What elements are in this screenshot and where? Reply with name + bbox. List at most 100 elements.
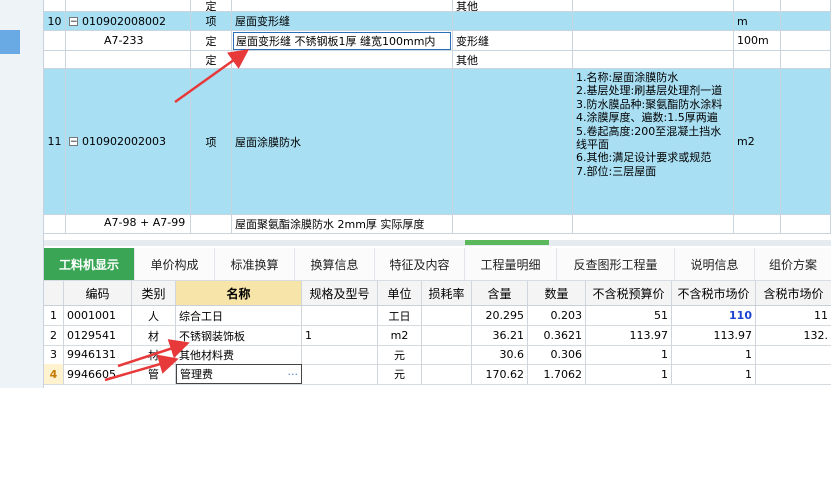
left-side-tab[interactable] [0, 30, 20, 54]
item-code: 010902002003 [82, 135, 166, 148]
item-kind: 项 [191, 12, 232, 30]
resource-tax-market-price[interactable]: 11 [756, 306, 831, 325]
table-row[interactable]: 3 9946131 材 其他材料费 元 30.6 0.306 1 1 [44, 345, 831, 365]
tab-quantity-detail[interactable]: 工程量明细 [465, 248, 557, 280]
col-tax-market-price[interactable]: 含税市场价 [756, 281, 831, 305]
resource-code[interactable]: 0001001 [64, 306, 132, 325]
item-spec [453, 69, 573, 214]
resource-code[interactable]: 0129541 [64, 326, 132, 345]
col-unit[interactable]: 单位 [378, 281, 422, 305]
tab-standard-conversion[interactable]: 标准换算 [215, 248, 295, 280]
resource-budget-price[interactable]: 113.97 [586, 326, 672, 345]
tab-conversion-info[interactable]: 换算信息 [295, 248, 375, 280]
resource-market-price[interactable]: 1 [672, 345, 756, 364]
item-extra [781, 12, 831, 30]
table-row[interactable]: 4 9946605 管 管理费 ··· 元 170.62 1.7062 1 1 [44, 364, 831, 385]
table-row[interactable]: 11 − 010902002003 项 屋面涂膜防水 1.名称:屋面涂膜防水 2… [44, 69, 831, 215]
col-category[interactable]: 类别 [132, 281, 176, 305]
item-name-editor[interactable]: 屋面变形缝 不锈钢板1厚 缝宽100mm内 [233, 31, 451, 50]
resource-loss[interactable] [422, 326, 472, 345]
item-name[interactable]: 屋面涂膜防水 [232, 69, 453, 214]
tab-labor-material-machine[interactable]: 工料机显示 [44, 248, 135, 280]
resource-category[interactable]: 材 [132, 345, 176, 364]
item-name[interactable] [232, 51, 453, 68]
table-row[interactable]: A7-233 定 屋面变形缝 不锈钢板1厚 缝宽100mm内 变形缝 100m [44, 31, 831, 51]
resource-budget-price[interactable]: 1 [586, 345, 672, 364]
resource-content[interactable]: 30.6 [472, 345, 528, 364]
tab-features[interactable]: 特征及内容 [375, 248, 465, 280]
resource-name-editor[interactable]: 管理费 ··· [176, 364, 302, 384]
item-feature: 变形缝 [453, 31, 573, 50]
resource-category[interactable]: 管 [132, 364, 176, 384]
resource-market-price[interactable]: 113.97 [672, 326, 756, 345]
resource-quantity[interactable]: 0.3621 [528, 326, 586, 345]
item-name[interactable]: 屋面聚氨酯涂膜防水 2mm厚 实际厚度 [232, 215, 453, 233]
resource-spec[interactable] [302, 364, 378, 384]
item-code [66, 0, 191, 11]
tab-unit-price[interactable]: 单价构成 [135, 248, 215, 280]
resource-quantity[interactable]: 0.306 [528, 345, 586, 364]
resource-loss[interactable] [422, 306, 472, 325]
resource-quantity[interactable]: 0.203 [528, 306, 586, 325]
resource-market-price[interactable]: 110 [672, 306, 756, 325]
table-row[interactable]: 10 − 010902008002 项 屋面变形缝 m [44, 12, 831, 31]
collapse-icon[interactable]: − [69, 16, 78, 26]
item-name[interactable]: 屋面变形缝 [232, 12, 453, 30]
item-kind: 定 [191, 51, 232, 68]
resource-unit[interactable]: m2 [378, 326, 422, 345]
resource-name[interactable]: 综合工日 [176, 306, 302, 325]
resource-spec[interactable] [302, 345, 378, 364]
resource-name[interactable]: 不锈钢装饰板 [176, 326, 302, 345]
tab-pricing-plan[interactable]: 组价方案 [755, 248, 831, 280]
panel-splitter[interactable] [44, 240, 831, 246]
item-unit [734, 51, 781, 68]
tab-graphic-quantity[interactable]: 反查图形工程量 [557, 248, 675, 280]
col-name[interactable]: 名称 [176, 281, 302, 305]
resource-tax-market-price[interactable] [756, 364, 831, 384]
resource-spec[interactable] [302, 306, 378, 325]
col-code[interactable]: 编码 [64, 281, 132, 305]
resource-loss[interactable] [422, 364, 472, 384]
resource-grid: 编码 类别 名称 规格及型号 单位 损耗率 含量 数量 不含税预算价 不含税市场… [44, 281, 831, 386]
table-row[interactable]: 2 0129541 材 不锈钢装饰板 1 m2 36.21 0.3621 113… [44, 326, 831, 346]
col-quantity[interactable]: 数量 [528, 281, 586, 305]
resource-category[interactable]: 人 [132, 306, 176, 325]
table-row[interactable]: 定 其他 [44, 0, 831, 12]
col-budget-price[interactable]: 不含税预算价 [586, 281, 672, 305]
resource-name[interactable]: 其他材料费 [176, 345, 302, 364]
resource-tax-market-price[interactable]: 132. [756, 326, 831, 345]
resource-unit[interactable]: 元 [378, 345, 422, 364]
resource-budget-price[interactable]: 1 [586, 364, 672, 384]
resource-spec[interactable]: 1 [302, 326, 378, 345]
resource-content[interactable]: 20.295 [472, 306, 528, 325]
table-row[interactable]: 1 0001001 人 综合工日 工日 20.295 0.203 51 110 … [44, 306, 831, 326]
resource-unit[interactable]: 工日 [378, 306, 422, 325]
resource-code[interactable]: 9946605 [64, 364, 132, 384]
resource-unit[interactable]: 元 [378, 364, 422, 384]
item-name[interactable] [232, 0, 453, 11]
resource-budget-price[interactable]: 51 [586, 306, 672, 325]
splitter-grip[interactable] [465, 240, 549, 245]
item-unit: 100m [734, 31, 781, 50]
more-options-icon[interactable]: ··· [288, 368, 299, 381]
item-kind: 项 [191, 69, 232, 214]
resource-tax-market-price[interactable] [756, 345, 831, 364]
col-spec[interactable]: 规格及型号 [302, 281, 378, 305]
table-row[interactable]: A7-98 + A7-99 屋面聚氨酯涂膜防水 2mm厚 实际厚度 [44, 215, 831, 234]
resource-loss[interactable] [422, 345, 472, 364]
item-feature [453, 215, 573, 233]
resource-quantity[interactable]: 1.7062 [528, 364, 586, 384]
resource-content[interactable]: 170.62 [472, 364, 528, 384]
col-market-price[interactable]: 不含税市场价 [672, 281, 756, 305]
tab-notes[interactable]: 说明信息 [675, 248, 755, 280]
col-loss-rate[interactable]: 损耗率 [422, 281, 472, 305]
resource-category[interactable]: 材 [132, 326, 176, 345]
item-kind [191, 215, 232, 233]
table-row[interactable]: 定 其他 [44, 51, 831, 69]
resource-market-price[interactable]: 1 [672, 364, 756, 384]
resource-content[interactable]: 36.21 [472, 326, 528, 345]
collapse-icon[interactable]: − [69, 137, 78, 147]
col-content[interactable]: 含量 [472, 281, 528, 305]
resource-code[interactable]: 9946131 [64, 345, 132, 364]
item-extra [781, 0, 831, 11]
